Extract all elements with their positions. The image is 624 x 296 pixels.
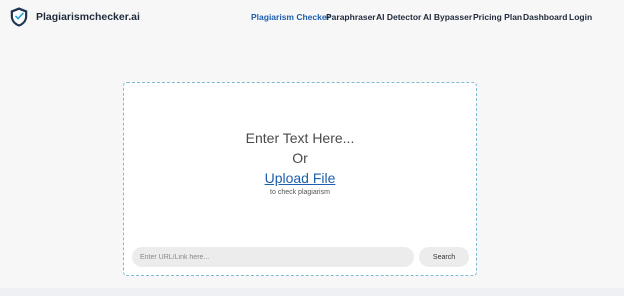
footer-band bbox=[0, 288, 624, 296]
text-input-card[interactable]: Enter Text Here... Or Upload File to che… bbox=[123, 82, 477, 276]
search-button[interactable]: Search bbox=[419, 247, 469, 267]
nav-ai-bypasser[interactable]: AI Bypasser bbox=[423, 12, 472, 22]
upload-file-link[interactable]: Upload File bbox=[124, 170, 476, 186]
brand-name[interactable]: Plagiarismchecker.ai bbox=[36, 11, 140, 23]
header: Plagiarismchecker.ai Plagiarism Checker … bbox=[0, 0, 624, 34]
or-separator: Or bbox=[292, 150, 308, 166]
nav-dashboard[interactable]: Dashboard bbox=[523, 12, 567, 22]
url-input[interactable] bbox=[132, 247, 414, 267]
nav-ai-detector[interactable]: AI Detector bbox=[376, 12, 421, 22]
enter-text-prompt[interactable]: Enter Text Here... bbox=[124, 130, 476, 146]
nav-pricing-plan[interactable]: Pricing Plan bbox=[473, 12, 522, 22]
to-check-caption: to check plagiarism bbox=[270, 189, 330, 196]
nav-paraphraser[interactable]: Paraphraser bbox=[326, 12, 376, 22]
shield-check-icon[interactable] bbox=[8, 6, 30, 28]
nav-login[interactable]: Login bbox=[569, 12, 592, 22]
nav-plagiarism-checker[interactable]: Plagiarism Checker bbox=[251, 12, 330, 22]
